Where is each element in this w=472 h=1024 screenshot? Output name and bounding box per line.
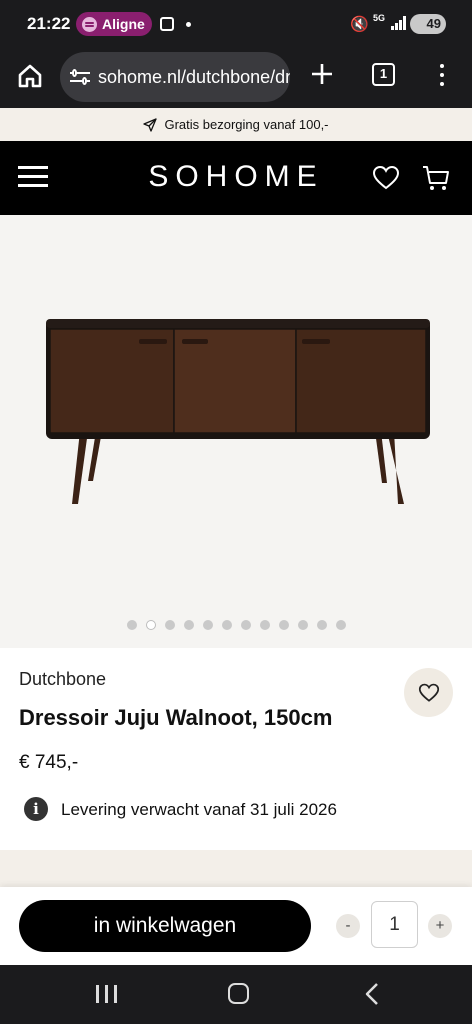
add-to-cart-bar: in winkelwagen - + (0, 887, 472, 965)
product-gallery[interactable] (0, 215, 472, 648)
gallery-dot[interactable] (335, 620, 346, 630)
back-icon (365, 983, 378, 1005)
status-bar: 21:22 Aligne 🔇 5G 49 (0, 0, 472, 48)
add-to-wishlist-button[interactable] (404, 668, 453, 717)
quantity-decrease-button[interactable]: - (336, 914, 360, 938)
gallery-dot[interactable] (297, 620, 308, 630)
url-text: sohome.nl/dutchbone/dressoir-juju (98, 66, 290, 87)
product-brand[interactable]: Dutchbone (19, 669, 106, 690)
site-logo[interactable]: SOHOME (140, 160, 332, 194)
gallery-dot[interactable] (183, 620, 194, 630)
gallery-dot[interactable] (202, 620, 213, 630)
quantity-input[interactable] (371, 901, 418, 948)
spotify-indicator[interactable]: Aligne (76, 12, 152, 36)
heart-icon (418, 683, 439, 702)
gallery-dot[interactable] (145, 620, 156, 630)
status-time: 21:22 (27, 14, 71, 33)
spotify-icon (82, 16, 97, 32)
address-bar[interactable]: sohome.nl/dutchbone/dressoir-juju (60, 52, 290, 102)
cart-icon (423, 166, 449, 190)
recent-apps-button[interactable] (96, 985, 118, 1003)
browser-toolbar: sohome.nl/dutchbone/dressoir-juju 1 (0, 48, 472, 108)
home-button[interactable] (228, 983, 249, 1004)
gallery-dot[interactable] (221, 620, 232, 630)
product-title: Dressoir Juju Walnoot, 150cm (19, 705, 333, 730)
screen-record-icon (160, 17, 174, 31)
usp-band (0, 850, 472, 887)
product-price: € 745,- (19, 752, 79, 773)
quantity-increase-button[interactable]: + (428, 914, 452, 938)
home-icon (18, 64, 42, 88)
send-icon (143, 117, 158, 132)
cart-button[interactable] (421, 163, 451, 193)
site-header: SOHOME (0, 141, 472, 215)
promo-text: Gratis bezorging vanaf 100,- (164, 117, 329, 132)
notification-dot-icon (186, 22, 191, 27)
product-photo (46, 319, 430, 504)
info-icon: i (24, 797, 48, 821)
product-info: Dutchbone Dressoir Juju Walnoot, 150cm €… (0, 648, 472, 850)
gallery-dot[interactable] (164, 620, 175, 630)
signal-icon (391, 16, 407, 30)
gallery-dot[interactable] (240, 620, 251, 630)
gallery-dot[interactable] (126, 620, 137, 630)
gallery-dots (0, 620, 472, 630)
add-to-cart-button[interactable]: in winkelwagen (19, 900, 311, 952)
system-nav-bar (0, 965, 472, 1024)
tab-switcher-button[interactable]: 1 (372, 63, 395, 86)
promo-banner: Gratis bezorging vanaf 100,- (0, 108, 472, 141)
gallery-dot[interactable] (278, 620, 289, 630)
browser-home-button[interactable] (14, 60, 46, 92)
site-settings-icon[interactable] (70, 69, 90, 85)
browser-menu-button[interactable] (432, 62, 452, 88)
new-tab-button[interactable] (308, 58, 336, 90)
back-button[interactable] (364, 982, 380, 1006)
menu-button[interactable] (18, 166, 48, 188)
wishlist-button[interactable] (372, 165, 400, 191)
spotify-label: Aligne (102, 16, 145, 32)
delivery-estimate: Levering verwacht vanaf 31 juli 2026 (61, 800, 337, 819)
battery-indicator: 49 (410, 14, 446, 34)
gallery-dot[interactable] (259, 620, 270, 630)
gallery-dot[interactable] (316, 620, 327, 630)
network-type: 5G (373, 13, 386, 23)
heart-icon (372, 165, 400, 190)
plus-icon (312, 64, 332, 84)
mute-icon: 🔇 (350, 16, 369, 33)
